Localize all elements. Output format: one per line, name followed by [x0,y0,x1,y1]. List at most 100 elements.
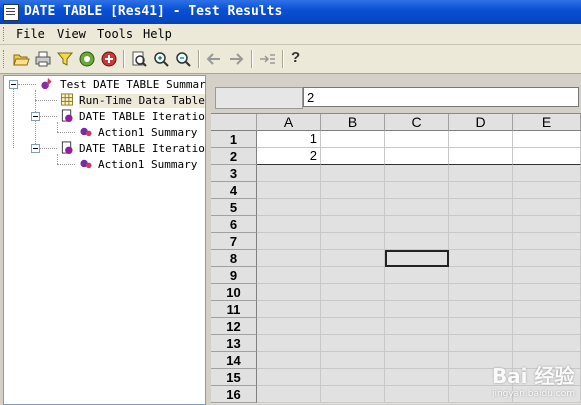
cell-a2[interactable]: 2 [257,148,321,165]
back-icon[interactable] [205,50,223,68]
cell-d9[interactable] [449,267,513,284]
cell-b12[interactable] [321,318,385,335]
cell-a4[interactable] [257,182,321,199]
tree-node-runtime-data-table[interactable]: Run-Time Data Table [79,94,205,108]
tree-node-iteration-1[interactable]: DATE TABLE Iteration [79,110,211,124]
cell-d1[interactable] [449,131,513,148]
cell-c15[interactable] [385,369,449,386]
row-header-12[interactable]: 12 [211,318,257,335]
print-icon[interactable] [34,50,52,68]
cell-a3[interactable] [257,165,321,182]
cell-b9[interactable] [321,267,385,284]
row-header-14[interactable]: 14 [211,352,257,369]
cell-e8[interactable] [513,250,581,267]
cell-a1[interactable]: 1 [257,131,321,148]
row-header-16[interactable]: 16 [211,386,257,403]
row-header-15[interactable]: 15 [211,369,257,386]
cell-e1[interactable] [513,131,581,148]
cell-b4[interactable] [321,182,385,199]
row-header-2[interactable]: 2 [211,148,257,165]
cell-e11[interactable] [513,301,581,318]
cell-b5[interactable] [321,199,385,216]
row-header-1[interactable]: 1 [211,131,257,148]
cell-d11[interactable] [449,301,513,318]
cell-c3[interactable] [385,165,449,182]
cell-b6[interactable] [321,216,385,233]
add-icon[interactable] [100,50,118,68]
cell-c5[interactable] [385,199,449,216]
cell-b11[interactable] [321,301,385,318]
cell-b15[interactable] [321,369,385,386]
row-header-8[interactable]: 8 [211,250,257,267]
cell-c4[interactable] [385,182,449,199]
cell-b13[interactable] [321,335,385,352]
row-header-4[interactable]: 4 [211,182,257,199]
filter-icon[interactable] [56,50,74,68]
row-header-5[interactable]: 5 [211,199,257,216]
cell-d5[interactable] [449,199,513,216]
cell-e6[interactable] [513,216,581,233]
cell-a8[interactable] [257,250,321,267]
cell-b10[interactable] [321,284,385,301]
cell-d8[interactable] [449,250,513,267]
cell-e13[interactable] [513,335,581,352]
cell-b16[interactable] [321,386,385,403]
column-header-e[interactable]: E [513,114,581,131]
cell-b8[interactable] [321,250,385,267]
cell-c11[interactable] [385,301,449,318]
help-icon[interactable]: ? [291,49,300,66]
tree-node-action-summary-2[interactable]: Action1 Summary [98,158,197,172]
corner-header[interactable] [211,114,257,131]
step-icon[interactable] [258,50,276,68]
cell-b3[interactable] [321,165,385,182]
column-header-b[interactable]: B [321,114,385,131]
cell-d4[interactable] [449,182,513,199]
cell-name-box[interactable] [215,87,303,109]
cell-c14[interactable] [385,352,449,369]
row-header-13[interactable]: 13 [211,335,257,352]
cell-a9[interactable] [257,267,321,284]
cell-e7[interactable] [513,233,581,250]
cell-e12[interactable] [513,318,581,335]
row-header-6[interactable]: 6 [211,216,257,233]
formula-bar[interactable]: 2 [303,87,579,107]
row-header-7[interactable]: 7 [211,233,257,250]
row-header-10[interactable]: 10 [211,284,257,301]
cell-c7[interactable] [385,233,449,250]
tree-node-iteration-2[interactable]: DATE TABLE Iteration [79,142,211,156]
column-header-c[interactable]: C [385,114,449,131]
row-header-3[interactable]: 3 [211,165,257,182]
cell-d2[interactable] [449,148,513,165]
collapse-toggle[interactable] [31,144,40,153]
cell-c1[interactable] [385,131,449,148]
cell-b7[interactable] [321,233,385,250]
cell-c10[interactable] [385,284,449,301]
cell-b1[interactable] [321,131,385,148]
cell-e9[interactable] [513,267,581,284]
forward-icon[interactable] [227,50,245,68]
cell-c6[interactable] [385,216,449,233]
cell-e2[interactable] [513,148,581,165]
cell-a5[interactable] [257,199,321,216]
cell-d3[interactable] [449,165,513,182]
cell-b14[interactable] [321,352,385,369]
report-icon[interactable] [130,50,148,68]
tree-node-action-summary-1[interactable]: Action1 Summary [98,126,197,140]
cell-a14[interactable] [257,352,321,369]
column-header-d[interactable]: D [449,114,513,131]
cell-c16[interactable] [385,386,449,403]
cell-e4[interactable] [513,182,581,199]
collapse-toggle[interactable] [31,112,40,121]
find-icon[interactable] [78,50,96,68]
row-header-9[interactable]: 9 [211,267,257,284]
cell-a12[interactable] [257,318,321,335]
cell-a10[interactable] [257,284,321,301]
zoom-out-icon[interactable] [174,50,192,68]
row-header-11[interactable]: 11 [211,301,257,318]
cell-c9[interactable] [385,267,449,284]
cell-c13[interactable] [385,335,449,352]
cell-a16[interactable] [257,386,321,403]
column-header-a[interactable]: A [257,114,321,131]
menu-help[interactable]: Help [143,27,172,41]
cell-d10[interactable] [449,284,513,301]
